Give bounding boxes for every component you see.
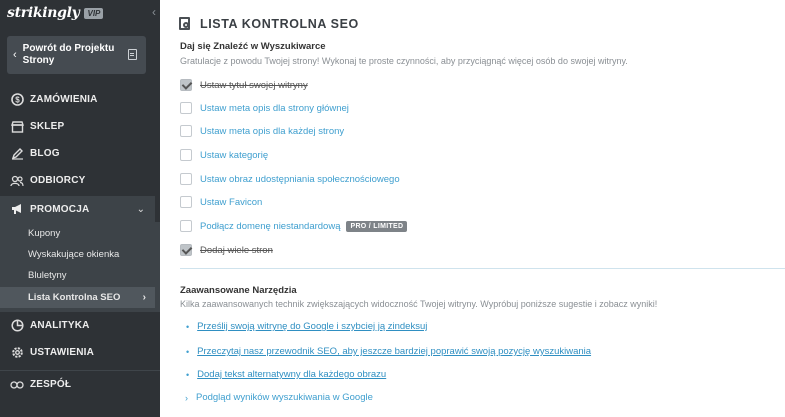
team-icon <box>10 379 24 391</box>
seo-search-icon <box>179 17 193 31</box>
checklist-item-social-image[interactable]: Ustaw obraz udostępniania społecznościow… <box>180 172 400 186</box>
page-title: LISTA KONTROLNA SEO <box>200 17 359 31</box>
svg-text:$: $ <box>15 96 20 105</box>
brand: strikingly VIP ‹ <box>0 0 160 26</box>
nav-audience[interactable]: ODBIORCY <box>0 167 160 194</box>
nav-orders[interactable]: $ ZAMÓWIENIA <box>0 86 160 113</box>
checklist-link[interactable]: Ustaw meta opis dla strony głównej <box>200 103 349 114</box>
checkbox[interactable] <box>180 125 192 137</box>
submenu-item-coupons[interactable]: Kupony <box>0 223 155 244</box>
advanced-link-submit-google[interactable]: • Prześlij swoją witrynę do Google i szy… <box>186 321 427 332</box>
chevron-down-icon: ⌄ <box>136 203 145 215</box>
link-text[interactable]: Przeczytaj nasz przewodnik SEO, aby jesz… <box>197 346 591 357</box>
megaphone-icon <box>10 203 24 215</box>
submenu-item-seo-checklist[interactable]: Lista Kontrolna SEO › <box>0 287 155 308</box>
submenu-label: Lista Kontrolna SEO <box>28 292 121 303</box>
bullet-icon: • <box>186 321 190 332</box>
advanced-link-google-preview[interactable]: › Podgląd wyników wyszukiwania w Google <box>185 392 373 403</box>
checkbox[interactable] <box>180 149 192 161</box>
people-icon <box>10 175 24 187</box>
checkbox-checked[interactable] <box>180 244 192 256</box>
checklist-label: Dodaj wiele stron <box>200 244 273 256</box>
collapse-sidebar-icon[interactable]: ‹ <box>152 5 156 19</box>
nav-label: ZAMÓWIENIA <box>30 94 98 105</box>
submenu-item-popups[interactable]: Wyskakujące okienka <box>0 244 155 265</box>
checklist-item-home-meta[interactable]: Ustaw meta opis dla strony głównej <box>180 101 349 115</box>
nav-settings[interactable]: USTAWIENIA <box>0 339 160 366</box>
checklist-item-multiple-pages[interactable]: Dodaj wiele stron <box>180 243 273 257</box>
nav-promotion[interactable]: PROMOCJA ⌄ <box>0 196 155 222</box>
advanced-link-seo-guide[interactable]: • Przeczytaj nasz przewodnik SEO, aby je… <box>186 346 591 357</box>
submenu-item-newsletters[interactable]: Bluletyny <box>0 265 155 286</box>
nav-label: ANALITYKA <box>30 320 90 331</box>
store-icon <box>10 120 24 133</box>
checklist-label: Ustaw tytuł swojej witryny <box>200 79 308 91</box>
chevron-right-icon: › <box>142 292 146 303</box>
checklist-item-favicon[interactable]: Ustaw Favicon <box>180 195 262 209</box>
checklist-item-site-title[interactable]: Ustaw tytuł swojej witryny <box>180 78 308 92</box>
strikingly-logo[interactable]: strikingly <box>7 5 80 21</box>
checkbox-checked[interactable] <box>180 79 192 91</box>
nav-label: ODBIORCY <box>30 175 86 186</box>
nav-store[interactable]: SKLEP <box>0 113 160 140</box>
checkbox[interactable] <box>180 196 192 208</box>
back-to-site-editor-button[interactable]: ‹ Powrót do Projektu Strony <box>7 36 146 74</box>
checklist-link[interactable]: Ustaw Favicon <box>200 197 262 208</box>
nav-label: SKLEP <box>30 121 65 132</box>
chevron-right-icon: › <box>185 392 188 403</box>
document-icon <box>128 49 137 60</box>
vip-badge: VIP <box>84 7 104 19</box>
pro-limited-badge: PRO / LIMITED <box>346 220 408 232</box>
section-description: Gratulacje z powodu Twojej strony! Wykon… <box>180 56 628 66</box>
advanced-link-alt-text[interactable]: • Dodaj tekst alternatywny dla każdego o… <box>186 369 386 380</box>
nav-label: ZESPÓŁ <box>30 379 72 390</box>
pen-icon <box>10 147 24 160</box>
link-text[interactable]: Prześlij swoją witrynę do Google i szybc… <box>197 321 427 332</box>
seo-checklist-panel: LISTA KONTROLNA SEO Daj się Znaleźć w Wy… <box>160 0 785 417</box>
bullet-icon: • <box>186 369 190 380</box>
checklist-link[interactable]: Ustaw kategorię <box>200 150 268 161</box>
chart-pie-icon <box>10 319 24 332</box>
bullet-icon: • <box>186 346 190 357</box>
promotion-submenu: Kupony Wyskakujące okienka Bluletyny Lis… <box>0 222 160 312</box>
nav-team[interactable]: ZESPÓŁ <box>0 371 160 398</box>
chevron-left-icon: ‹ <box>13 49 17 61</box>
nav-label: BLOG <box>30 148 60 159</box>
checklist-item-page-meta[interactable]: Ustaw meta opis dla każdej strony <box>180 124 344 138</box>
page-title-row: LISTA KONTROLNA SEO <box>179 17 359 31</box>
link-text[interactable]: Dodaj tekst alternatywny dla każdego obr… <box>197 369 386 380</box>
checklist-item-custom-domain[interactable]: Podłącz domenę niestandardową PRO / LIMI… <box>180 219 408 233</box>
checkbox[interactable] <box>180 102 192 114</box>
section-description: Kilka zaawansowanych technik zwiększając… <box>180 299 658 309</box>
checkbox[interactable] <box>180 220 192 232</box>
nav-label: PROMOCJA <box>30 203 90 215</box>
checkbox[interactable] <box>180 173 192 185</box>
link-text[interactable]: Podgląd wyników wyszukiwania w Google <box>196 392 373 403</box>
back-button-label: Powrót do Projektu Strony <box>22 43 115 66</box>
section-divider <box>180 268 785 269</box>
checklist-link[interactable]: Podłącz domenę niestandardową <box>200 221 340 232</box>
gear-icon <box>10 346 24 359</box>
nav-blog[interactable]: BLOG <box>0 140 160 167</box>
checklist-link[interactable]: Ustaw obraz udostępniania społecznościow… <box>200 174 400 185</box>
section-heading-get-found: Daj się Znaleźć w Wyszukiwarce <box>180 41 326 52</box>
nav-label: USTAWIENIA <box>30 347 95 358</box>
sidebar: strikingly VIP ‹ ‹ Powrót do Projektu St… <box>0 0 160 417</box>
dollar-circle-icon: $ <box>10 93 24 106</box>
section-heading-advanced-tools: Zaawansowane Narzędzia <box>180 285 297 296</box>
checklist-link[interactable]: Ustaw meta opis dla każdej strony <box>200 126 344 137</box>
checklist-item-category[interactable]: Ustaw kategorię <box>180 148 268 162</box>
nav-analytics[interactable]: ANALITYKA <box>0 312 160 339</box>
